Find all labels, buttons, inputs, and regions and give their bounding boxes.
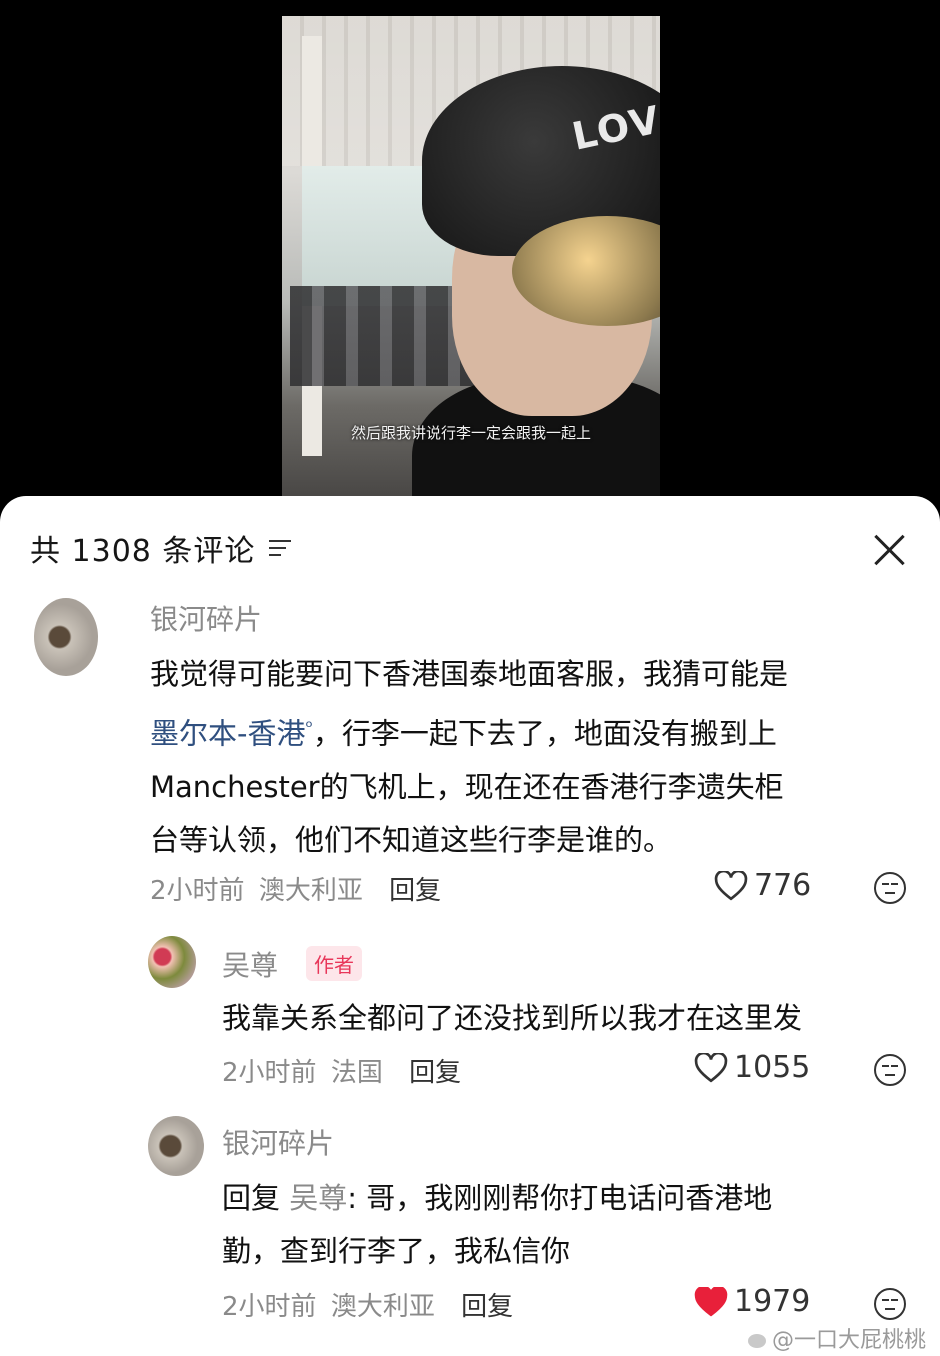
like-count: 1055 [734, 1050, 811, 1085]
comment-text: 回复 吴尊: 哥，我刚刚帮你打电话问香港地 勤，查到行李了，我私信你 [222, 1181, 773, 1268]
comments-sheet: 共 1308 条评论 银河碎片 我觉得可能要问下香港国泰地面客服，我猜可能是 墨… [0, 496, 940, 1356]
heart-icon [714, 870, 748, 900]
dislike-icon[interactable] [874, 872, 906, 904]
comment-location: 法国 [330, 1058, 383, 1088]
comment-location: 澳大利亚 [258, 876, 363, 906]
video-player[interactable]: LOV 然后跟我讲说行李一定会跟我一起上 [282, 16, 660, 536]
comment-username[interactable]: 银河碎片 [222, 1122, 334, 1162]
author-badge: 作者 [306, 946, 362, 981]
comment-meta: 2小时前 澳大利亚 回复 [222, 1286, 513, 1323]
search-link[interactable]: 墨尔本-香港 [150, 717, 305, 751]
comment-text: 我觉得可能要问下香港国泰地面客服，我猜可能是 墨尔本-香港ᵒ，行李一起下去了，地… [150, 657, 789, 857]
like-button[interactable]: 1055 [694, 1050, 810, 1085]
cap-text: LOV [568, 97, 660, 159]
like-button[interactable]: 776 [714, 868, 811, 903]
heart-icon [694, 1052, 728, 1082]
heart-icon [694, 1286, 728, 1316]
comment-meta: 2小时前 法国 回复 [222, 1052, 461, 1089]
video-subtitle: 然后跟我讲说行李一定会跟我一起上 [350, 424, 591, 442]
like-count: 1979 [734, 1284, 811, 1319]
reply-to-username[interactable]: 吴尊 [289, 1181, 347, 1215]
filter-icon[interactable] [269, 537, 295, 559]
comments-header: 共 1308 条评论 [30, 526, 295, 570]
comment-username[interactable]: 银河碎片 [150, 598, 262, 638]
dislike-icon[interactable] [874, 1054, 906, 1086]
watermark: @一口大屁桃桃 [748, 1322, 926, 1354]
comments-count-title: 共 1308 条评论 [30, 534, 256, 569]
comment-time: 2小时前 [150, 876, 245, 906]
avatar[interactable] [34, 598, 98, 676]
comment-time: 2小时前 [222, 1292, 317, 1322]
weibo-icon [748, 1334, 766, 1348]
dislike-icon[interactable] [874, 1288, 906, 1320]
like-count: 776 [754, 868, 812, 903]
search-icon[interactable]: ᵒ [305, 717, 312, 738]
reply-button[interactable]: 回复 [409, 1058, 461, 1088]
reply-button[interactable]: 回复 [389, 876, 441, 906]
comment-username[interactable]: 吴尊 [222, 944, 278, 984]
reply-button[interactable]: 回复 [461, 1292, 513, 1322]
comment-time: 2小时前 [222, 1058, 317, 1088]
comment-location: 澳大利亚 [330, 1292, 435, 1322]
comment-text: 我靠关系全都问了还没找到所以我才在这里发 [222, 1001, 803, 1035]
video-person: LOV [392, 56, 660, 536]
close-icon[interactable] [870, 530, 910, 570]
comment-meta: 2小时前 澳大利亚 回复 [150, 870, 441, 907]
avatar[interactable] [148, 936, 196, 988]
avatar[interactable] [148, 1116, 204, 1176]
like-button[interactable]: 1979 [694, 1284, 810, 1319]
